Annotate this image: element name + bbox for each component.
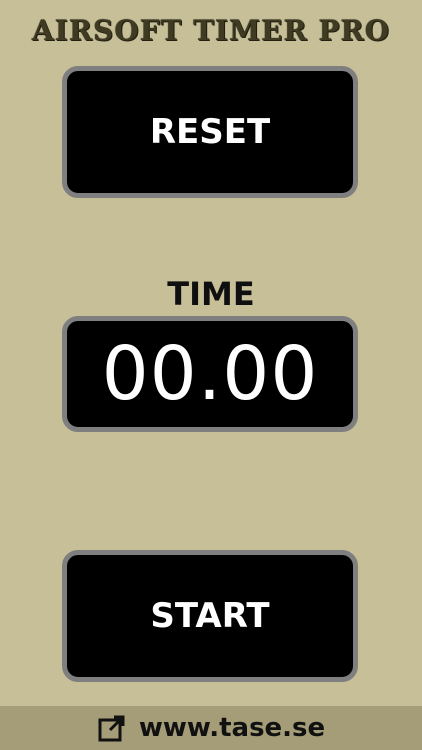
footer-link[interactable]: www.tase.se: [0, 706, 422, 750]
timer-value: 00.00: [101, 331, 319, 417]
timer-display: 00.00: [62, 316, 358, 432]
reset-button[interactable]: RESET: [62, 66, 358, 198]
footer-link-text[interactable]: www.tase.se: [139, 713, 325, 743]
time-label: TIME: [167, 275, 255, 313]
external-link-icon: [97, 713, 127, 743]
app-title: AIRSOFT TIMER PRO: [31, 14, 391, 47]
start-button[interactable]: START: [62, 550, 358, 682]
